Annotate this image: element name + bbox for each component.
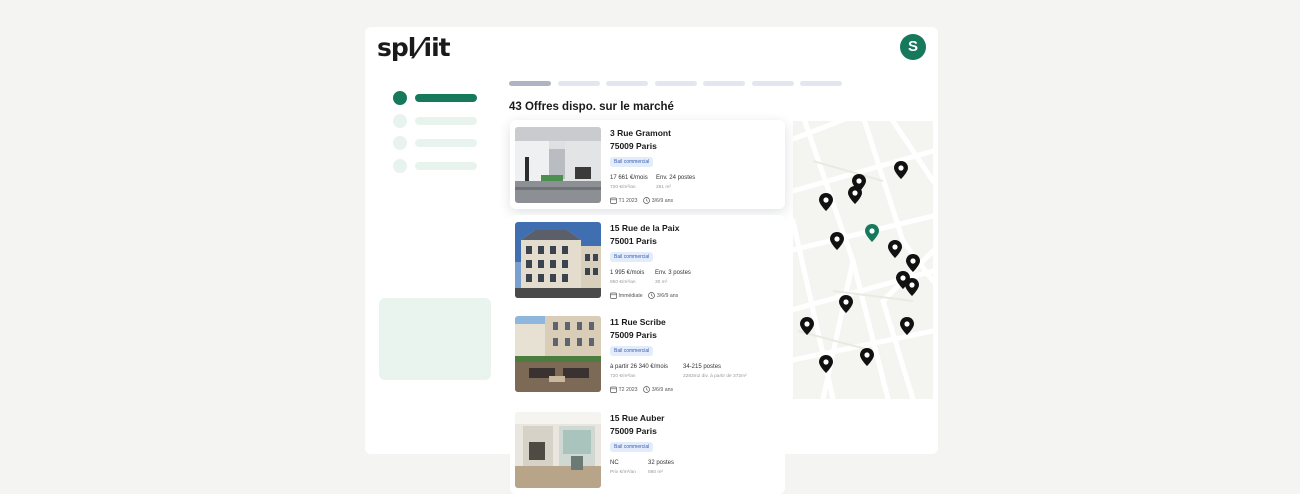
- listing-area: 2283m2 div. à partir de 372m²: [683, 374, 747, 379]
- sidebar-item-dot-icon: [393, 136, 407, 150]
- listing-street: 3 Rue Gramont: [610, 128, 671, 138]
- listing-photo[interactable]: [515, 222, 601, 298]
- map-pin-icon[interactable]: [893, 160, 909, 180]
- clock-icon: [648, 292, 656, 299]
- listing-card[interactable]: 15 Rue Auber 75009 Paris Bail commercial …: [510, 405, 785, 494]
- split-logo[interactable]: spl/iit: [377, 33, 451, 62]
- listing-posts: Env. 24 postes: [656, 175, 696, 181]
- map-pin-icon[interactable]: [847, 185, 863, 205]
- listing-price: 17 661 €/mois: [610, 175, 648, 181]
- clock-icon: [643, 386, 651, 393]
- sidebar-item-3[interactable]: [393, 136, 483, 159]
- listing-posts: 34-215 postes: [683, 364, 722, 370]
- listing-meta: T2 2023 3/6/9 ans: [610, 386, 673, 393]
- sidebar-item-1[interactable]: [393, 91, 483, 114]
- logo-text-b: iit: [423, 33, 451, 62]
- listing-lease-badge: Bail commercial: [610, 442, 654, 452]
- step-tab-7[interactable]: [800, 81, 842, 86]
- listing-price-per-m2: Prix €/m²/an: [610, 470, 636, 475]
- listing-lease-badge: Bail commercial: [610, 346, 654, 356]
- listing-city: 75009 Paris: [610, 140, 657, 151]
- map-pin-icon[interactable]: [899, 316, 915, 336]
- listing-price: NC: [610, 460, 619, 466]
- sidebar-item-placeholder: [415, 139, 477, 147]
- map-pin-icon[interactable]: [818, 192, 834, 212]
- sidebar-item-2[interactable]: [393, 113, 483, 137]
- sidebar-item-placeholder: [415, 161, 477, 170]
- step-tab-5[interactable]: [703, 81, 745, 86]
- calendar-icon: [610, 386, 617, 393]
- map-pin-icon[interactable]: [887, 239, 903, 259]
- map-pin-icon[interactable]: [818, 354, 834, 374]
- sidebar-item-placeholder: [415, 94, 477, 102]
- listing-availability: T1 2023: [618, 197, 638, 204]
- map-pin-icon[interactable]: [838, 294, 854, 314]
- listing-posts: Env. 3 postes: [655, 270, 691, 276]
- listing-price-per-m2: 720 €/m²/an: [610, 374, 636, 379]
- map-pin-icon[interactable]: [859, 347, 875, 367]
- listing-address: 15 Rue de la Paix 75001 Paris: [610, 222, 679, 247]
- logo-text-a: spl: [377, 33, 416, 62]
- step-tab-6[interactable]: [751, 81, 794, 86]
- listing-price-per-m2: 850 €/m²/an: [610, 280, 636, 285]
- listing-address: 3 Rue Gramont 75009 Paris: [610, 127, 671, 152]
- sidebar-item-dot-icon: [393, 91, 407, 105]
- step-tab-1[interactable]: [509, 81, 551, 86]
- map-pin-icon-active[interactable]: [864, 223, 880, 243]
- offers-list: 3 Rue Gramont 75009 Paris Bail commercial…: [510, 120, 785, 494]
- listing-card[interactable]: 11 Rue Scribe 75009 Paris Bail commercial…: [510, 309, 785, 398]
- listing-duration: 3/6/9 ans: [651, 386, 674, 393]
- listing-meta: T1 2023 3/6/9 ans: [610, 197, 673, 204]
- listing-price-per-m2: 720 €/m²/an: [610, 185, 636, 190]
- listing-street: 15 Rue de la Paix: [610, 223, 680, 233]
- sidebar-item-placeholder: [415, 116, 477, 125]
- listing-lease-badge: Bail commercial: [610, 252, 654, 262]
- map-pin-icon[interactable]: [799, 316, 815, 336]
- listing-photo[interactable]: [515, 127, 601, 203]
- offers-heading: 43 Offres dispo. sur le marché: [509, 101, 674, 113]
- listing-price: 1 995 €/mois: [610, 270, 645, 276]
- listing-meta: Immédiate 3/6/9 ans: [610, 292, 678, 299]
- sidebar-item-dot-icon: [393, 158, 407, 173]
- sidebar-item-4[interactable]: [393, 158, 483, 182]
- listing-card[interactable]: 15 Rue de la Paix 75001 Paris Bail commer…: [510, 215, 785, 304]
- listing-area: 30 m²: [655, 280, 668, 285]
- listing-area: 261 m²: [656, 185, 671, 190]
- offers-map[interactable]: [793, 121, 933, 399]
- calendar-icon: [610, 197, 617, 204]
- sidebar-nav: [393, 91, 483, 181]
- listing-lease-badge: Bail commercial: [610, 157, 654, 167]
- listing-city: 75009 Paris: [610, 425, 657, 436]
- clock-icon: [643, 197, 651, 204]
- listing-area: 580 m²: [648, 470, 663, 475]
- step-tab-4[interactable]: [654, 81, 697, 86]
- calendar-icon: [610, 292, 617, 299]
- user-avatar[interactable]: S: [900, 34, 926, 60]
- listing-photo[interactable]: [515, 316, 601, 392]
- listing-street: 15 Rue Auber: [610, 413, 665, 423]
- listing-posts: 32 postes: [648, 460, 675, 466]
- listing-duration: 3/6/9 ans: [656, 292, 679, 299]
- listing-photo[interactable]: [515, 412, 601, 488]
- listing-availability: Immédiate: [618, 292, 643, 299]
- sidebar-item-dot-icon: [393, 113, 407, 128]
- sidebar-promo-card: [379, 298, 491, 380]
- listing-availability: T2 2023: [618, 386, 638, 393]
- listing-street: 11 Rue Scribe: [610, 317, 666, 327]
- step-tab-3[interactable]: [606, 81, 648, 86]
- listing-card[interactable]: 3 Rue Gramont 75009 Paris Bail commercial…: [510, 120, 785, 209]
- listing-city: 75001 Paris: [610, 235, 657, 246]
- listing-address: 15 Rue Auber 75009 Paris: [610, 412, 664, 437]
- map-pin-icon[interactable]: [904, 277, 920, 297]
- listing-price: à partir 26 340 €/mois: [610, 364, 669, 370]
- step-tab-2[interactable]: [557, 81, 600, 86]
- listing-city: 75009 Paris: [610, 329, 657, 340]
- listing-address: 11 Rue Scribe 75009 Paris: [610, 316, 666, 341]
- listing-duration: 3/6/9 ans: [651, 197, 674, 204]
- map-pin-icon[interactable]: [829, 231, 845, 251]
